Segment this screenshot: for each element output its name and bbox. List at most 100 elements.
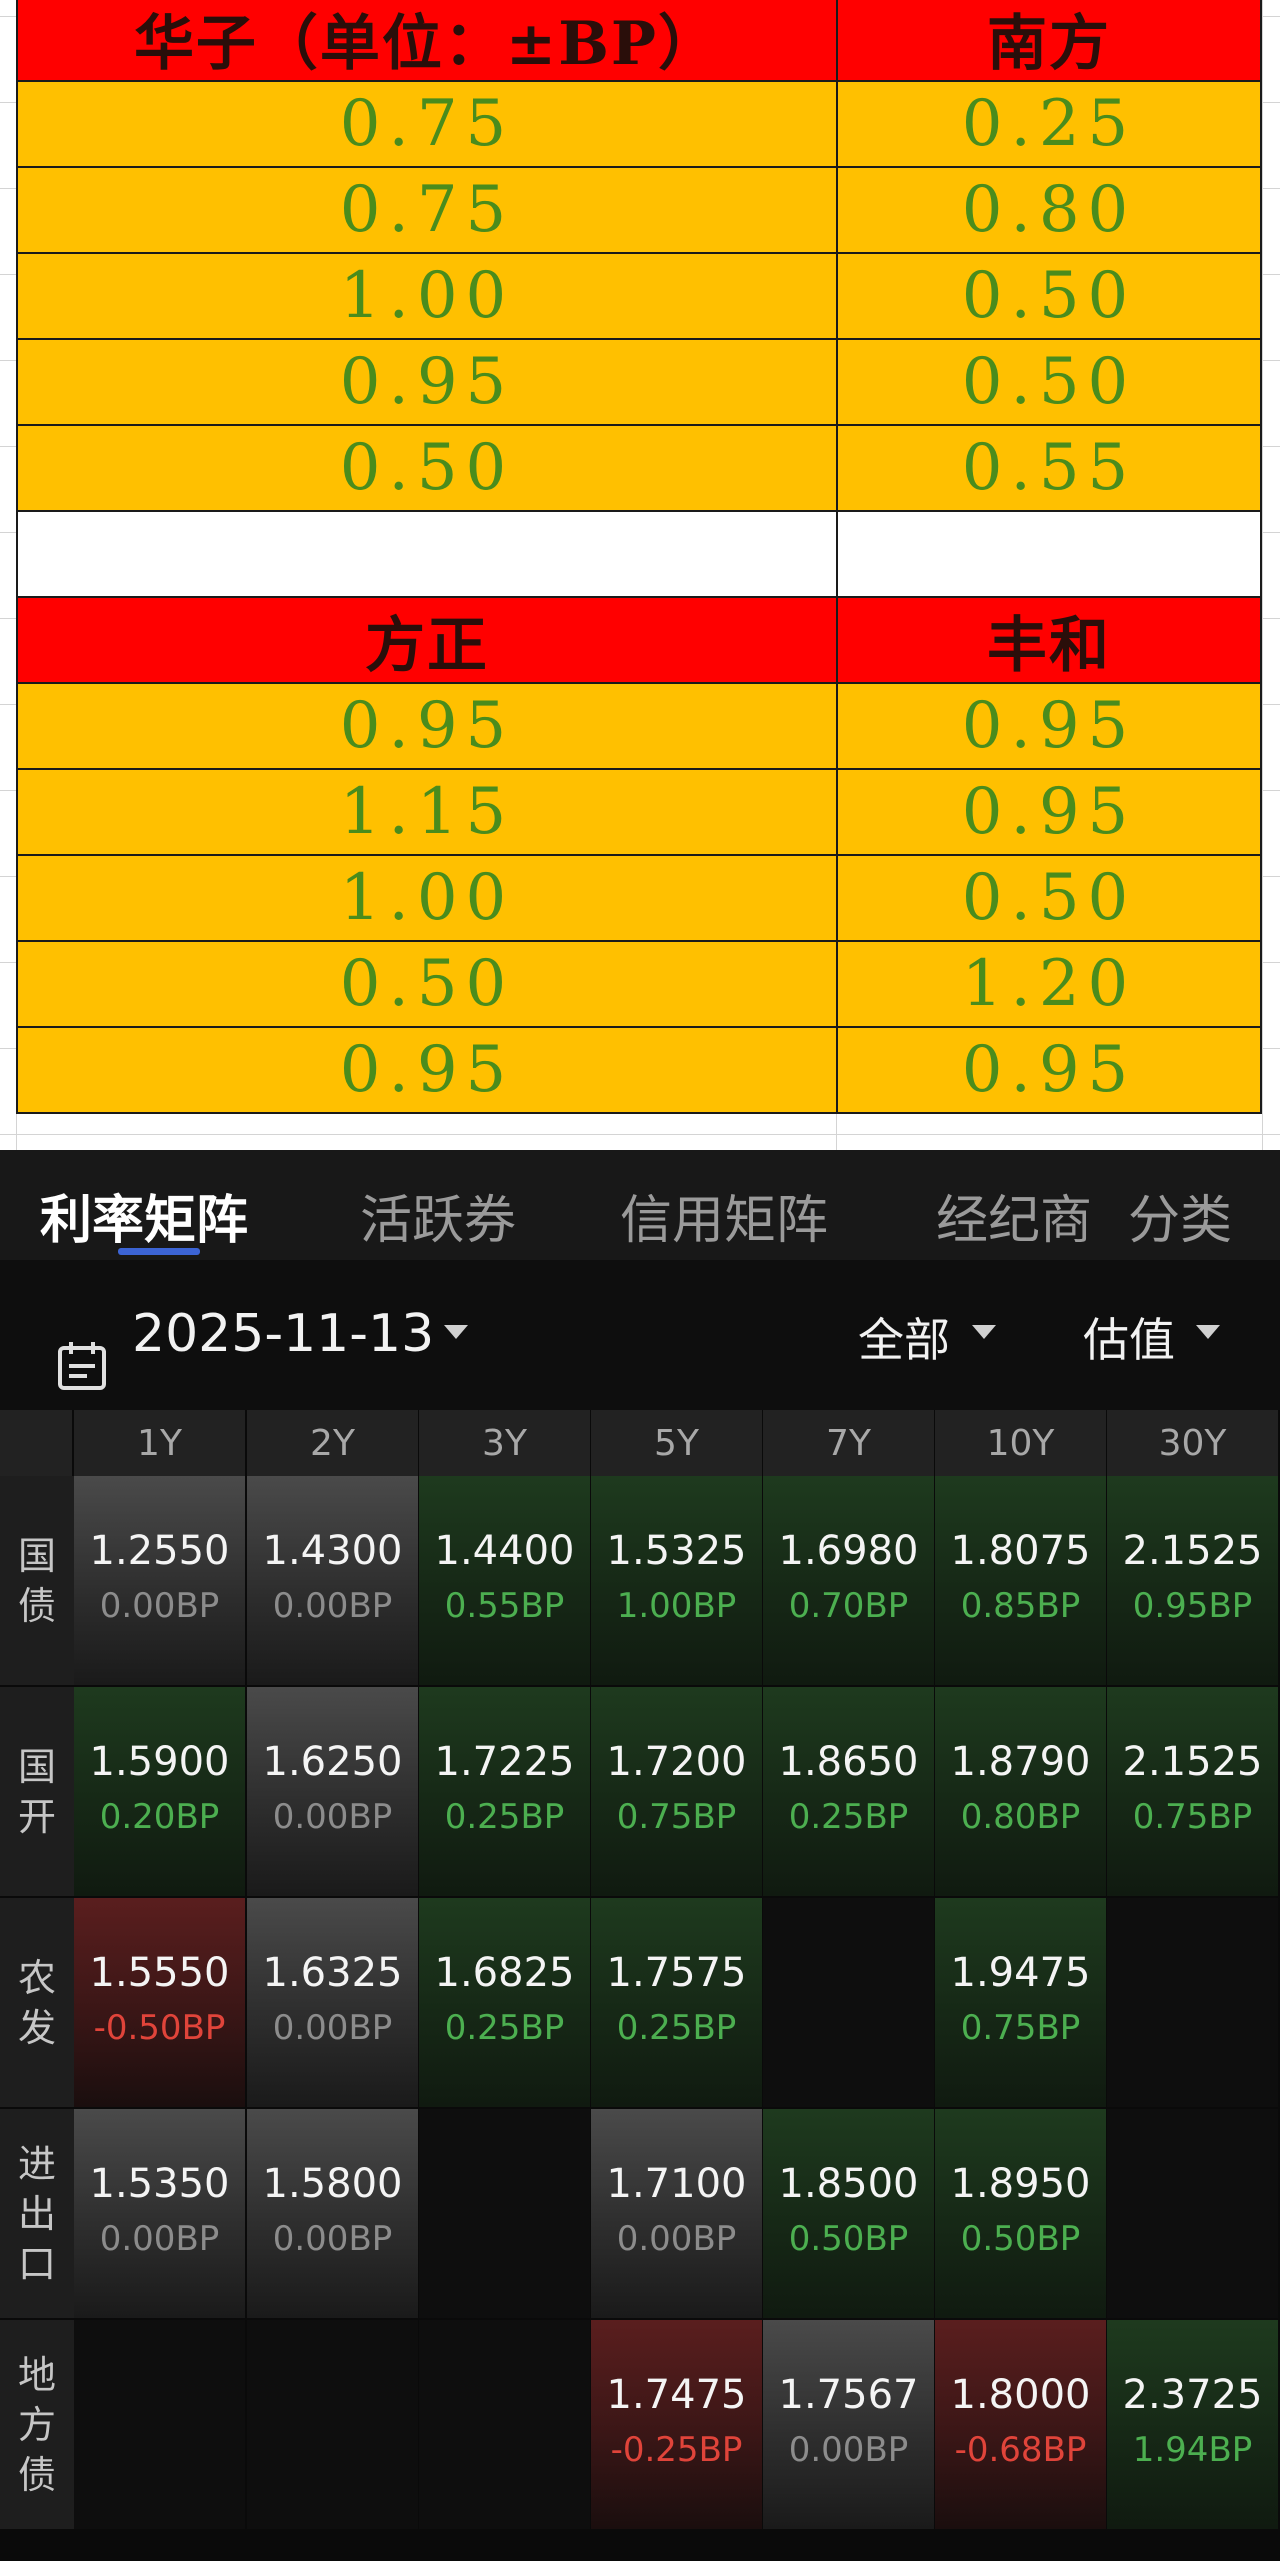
tenor-header[interactable]: 30Y <box>1107 1410 1280 1476</box>
yield-cell[interactable]: 1.5350 0.00BP <box>74 2109 247 2320</box>
yield-cell[interactable]: 1.5800 0.00BP <box>247 2109 420 2320</box>
yield-change: -0.25BP <box>610 2430 743 2470</box>
sheet-header-cell: 华子（单位：±BP） <box>16 0 838 82</box>
scope-filter[interactable]: 全部 <box>858 1304 950 1370</box>
sheet-gridline <box>1262 0 1263 1150</box>
yield-cell[interactable]: 1.5900 0.20BP <box>74 1687 247 1898</box>
tenor-header[interactable]: 10Y <box>935 1410 1108 1476</box>
yield-change: 0.00BP <box>788 2430 909 2470</box>
sheet-value-cell: 0.95 <box>16 338 838 426</box>
tab-active-bonds[interactable]: 活跃券 <box>360 1178 516 1253</box>
yield-cell[interactable]: 1.5550 -0.50BP <box>74 1898 247 2109</box>
yield-cell[interactable]: 1.5325 1.00BP <box>591 1476 764 1687</box>
yield-change: 0.00BP <box>99 1586 220 1626</box>
yield-cell[interactable]: 1.9475 0.75BP <box>935 1898 1108 2109</box>
calendar-icon[interactable] <box>56 1340 108 1392</box>
tenor-header[interactable]: 7Y <box>763 1410 936 1476</box>
yield-cell[interactable]: 1.8790 0.80BP <box>935 1687 1108 1898</box>
tenor-header[interactable]: 1Y <box>74 1410 247 1476</box>
yield-value: 1.4300 <box>262 1528 403 1574</box>
yield-value: 2.1525 <box>1122 1739 1263 1785</box>
yield-cell[interactable]: 1.4400 0.55BP <box>419 1476 592 1687</box>
yield-cell[interactable]: 1.8075 0.85BP <box>935 1476 1108 1687</box>
sheet-header-cell: 丰和 <box>836 596 1262 684</box>
yield-change: 1.00BP <box>616 1586 737 1626</box>
sheet-gridline <box>0 1134 1280 1135</box>
empty-matrix-cell <box>419 2109 592 2320</box>
yield-value: 2.1525 <box>1122 1528 1263 1574</box>
yield-cell[interactable]: 2.1525 0.95BP <box>1107 1476 1280 1687</box>
yield-value: 1.8000 <box>950 2372 1091 2418</box>
sheet-value-cell: 0.50 <box>16 940 838 1028</box>
yield-value: 1.6325 <box>262 1950 403 1996</box>
yield-cell[interactable]: 1.6980 0.70BP <box>763 1476 936 1687</box>
yield-cell[interactable]: 2.1525 0.75BP <box>1107 1687 1280 1898</box>
sheet-header-cell: 南方 <box>836 0 1262 82</box>
yield-cell[interactable]: 1.6825 0.25BP <box>419 1898 592 2109</box>
yield-change: 0.00BP <box>616 2219 737 2259</box>
date-dropdown-icon[interactable] <box>444 1325 468 1339</box>
yield-cell[interactable]: 1.2550 0.00BP <box>74 1476 247 1687</box>
scope-dropdown-icon[interactable] <box>972 1325 996 1339</box>
sheet-value-cell: 0.80 <box>836 166 1262 254</box>
yield-cell[interactable]: 1.8000 -0.68BP <box>935 2320 1108 2531</box>
rate-matrix-app: 利率矩阵 活跃券 信用矩阵 经纪商 分类 2025-11-13 全部 估值 1Y… <box>0 1150 1280 2561</box>
spreadsheet-image: 华子（单位：±BP） 南方 0.75 0.25 0.75 0.80 1.00 0.50 0.95… <box>0 0 1280 1150</box>
tab-rate-matrix[interactable]: 利率矩阵 <box>40 1178 248 1253</box>
yield-value: 1.5550 <box>89 1950 230 1996</box>
tab-bar: 利率矩阵 活跃券 信用矩阵 经纪商 分类 <box>0 1150 1280 1260</box>
yield-change: 0.55BP <box>444 1586 565 1626</box>
yield-value: 1.8075 <box>950 1528 1091 1574</box>
tab-brokers[interactable]: 经纪商 <box>936 1178 1092 1253</box>
tenor-header[interactable]: 5Y <box>591 1410 764 1476</box>
sheet-value-cell: 0.95 <box>836 1026 1262 1114</box>
sheet-value-cell: 1.00 <box>16 854 838 942</box>
tenor-header[interactable]: 2Y <box>247 1410 420 1476</box>
yield-change: 0.80BP <box>960 1797 1081 1837</box>
tab-credit-matrix[interactable]: 信用矩阵 <box>620 1178 828 1253</box>
sheet-header-cell: 方正 <box>16 596 838 684</box>
yield-cell[interactable]: 1.7575 0.25BP <box>591 1898 764 2109</box>
tab-categories[interactable]: 分类 <box>1128 1178 1232 1253</box>
yield-value: 1.5800 <box>262 2161 403 2207</box>
yield-cell[interactable]: 1.8650 0.25BP <box>763 1687 936 1898</box>
bond-type-label: 国 开 <box>0 1687 74 1898</box>
yield-cell[interactable]: 1.7475 -0.25BP <box>591 2320 764 2531</box>
grid-corner <box>0 1410 74 1476</box>
sheet-value-cell: 0.50 <box>836 854 1262 942</box>
yield-cell[interactable]: 1.7200 0.75BP <box>591 1687 764 1898</box>
yield-cell[interactable]: 2.3725 1.94BP <box>1107 2320 1280 2531</box>
bond-type-label: 地 方 债 <box>0 2320 74 2531</box>
bond-type-text: 国 债 <box>17 1533 56 1628</box>
sheet-value-cell: 0.75 <box>16 166 838 254</box>
sheet-value-cell: 0.25 <box>836 80 1262 168</box>
active-tab-indicator <box>118 1248 200 1255</box>
yield-value: 1.5325 <box>606 1528 747 1574</box>
yield-change: -0.68BP <box>954 2430 1087 2470</box>
yield-change: 0.00BP <box>272 1586 393 1626</box>
yield-change: 0.00BP <box>272 2219 393 2259</box>
yield-cell[interactable]: 1.4300 0.00BP <box>247 1476 420 1687</box>
yield-cell[interactable]: 1.6325 0.00BP <box>247 1898 420 2109</box>
yield-cell[interactable]: 1.6250 0.00BP <box>247 1687 420 1898</box>
yield-value: 1.7575 <box>606 1950 747 1996</box>
sheet-value-cell: 0.50 <box>16 424 838 512</box>
yield-value: 1.7100 <box>606 2161 747 2207</box>
sheet-blank-cell <box>16 510 838 598</box>
tenor-header[interactable]: 3Y <box>419 1410 592 1476</box>
empty-matrix-cell <box>1107 2109 1280 2320</box>
yield-cell[interactable]: 1.8500 0.50BP <box>763 2109 936 2320</box>
yield-cell[interactable]: 1.7567 0.00BP <box>763 2320 936 2531</box>
date-picker[interactable]: 2025-11-13 <box>132 1304 434 1364</box>
yield-cell[interactable]: 1.8950 0.50BP <box>935 2109 1108 2320</box>
sheet-value-cell: 0.55 <box>836 424 1262 512</box>
yield-value: 1.8650 <box>778 1739 919 1785</box>
yield-change: 0.25BP <box>616 2008 737 2048</box>
yield-cell[interactable]: 1.7100 0.00BP <box>591 2109 764 2320</box>
yield-cell[interactable]: 1.7225 0.25BP <box>419 1687 592 1898</box>
rate-matrix-grid: 1Y 2Y 3Y 5Y 7Y 10Y 30Y 国 债 1.2550 0.00BP 1.4300 0.0… <box>0 1410 1280 2560</box>
metric-dropdown-icon[interactable] <box>1196 1325 1220 1339</box>
yield-change: 0.75BP <box>616 1797 737 1837</box>
bond-type-label: 农 发 <box>0 1898 74 2109</box>
metric-filter[interactable]: 估值 <box>1083 1304 1175 1370</box>
